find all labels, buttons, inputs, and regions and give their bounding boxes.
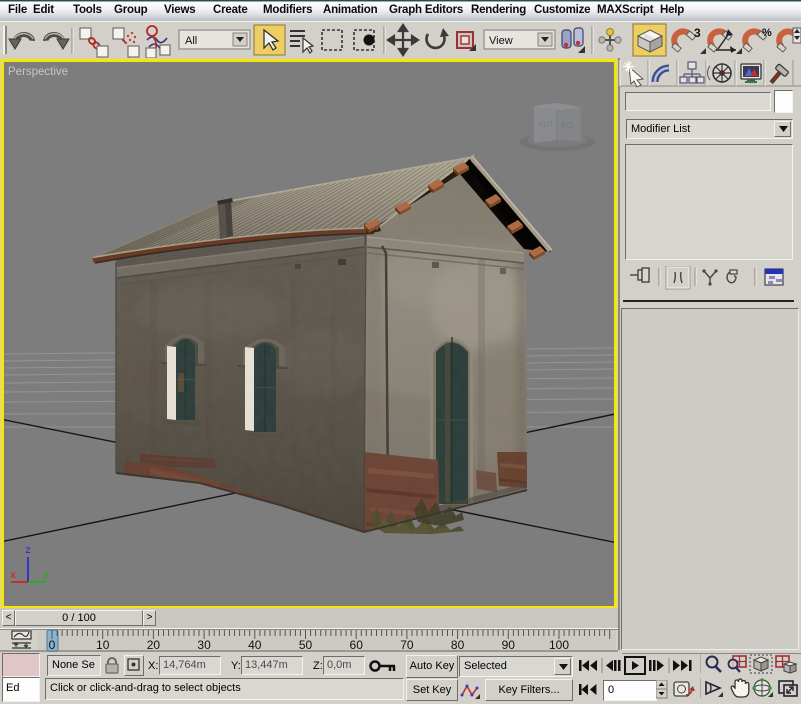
svg-text:AUT: AUT: [538, 120, 554, 129]
svg-text:80: 80: [451, 638, 465, 652]
svg-text:60: 60: [350, 638, 364, 652]
svg-text:70: 70: [400, 638, 414, 652]
svg-text:x: x: [10, 571, 16, 582]
svg-text:20: 20: [147, 638, 161, 652]
svg-text:z: z: [25, 546, 31, 557]
svg-text:y: y: [43, 570, 49, 581]
svg-text:100: 100: [549, 638, 569, 652]
svg-text:40: 40: [248, 638, 262, 652]
svg-text:BO: BO: [561, 121, 573, 130]
svg-text:%: %: [762, 27, 772, 39]
svg-text:3: 3: [694, 26, 701, 40]
svg-text:View: View: [489, 35, 513, 47]
svg-text:30: 30: [197, 638, 211, 652]
svg-text:90: 90: [502, 638, 516, 652]
svg-text:10: 10: [96, 638, 110, 652]
svg-text:All: All: [185, 35, 197, 47]
svg-text:Perspective: Perspective: [8, 66, 68, 78]
svg-text:0: 0: [49, 638, 56, 652]
svg-text:50: 50: [299, 638, 313, 652]
